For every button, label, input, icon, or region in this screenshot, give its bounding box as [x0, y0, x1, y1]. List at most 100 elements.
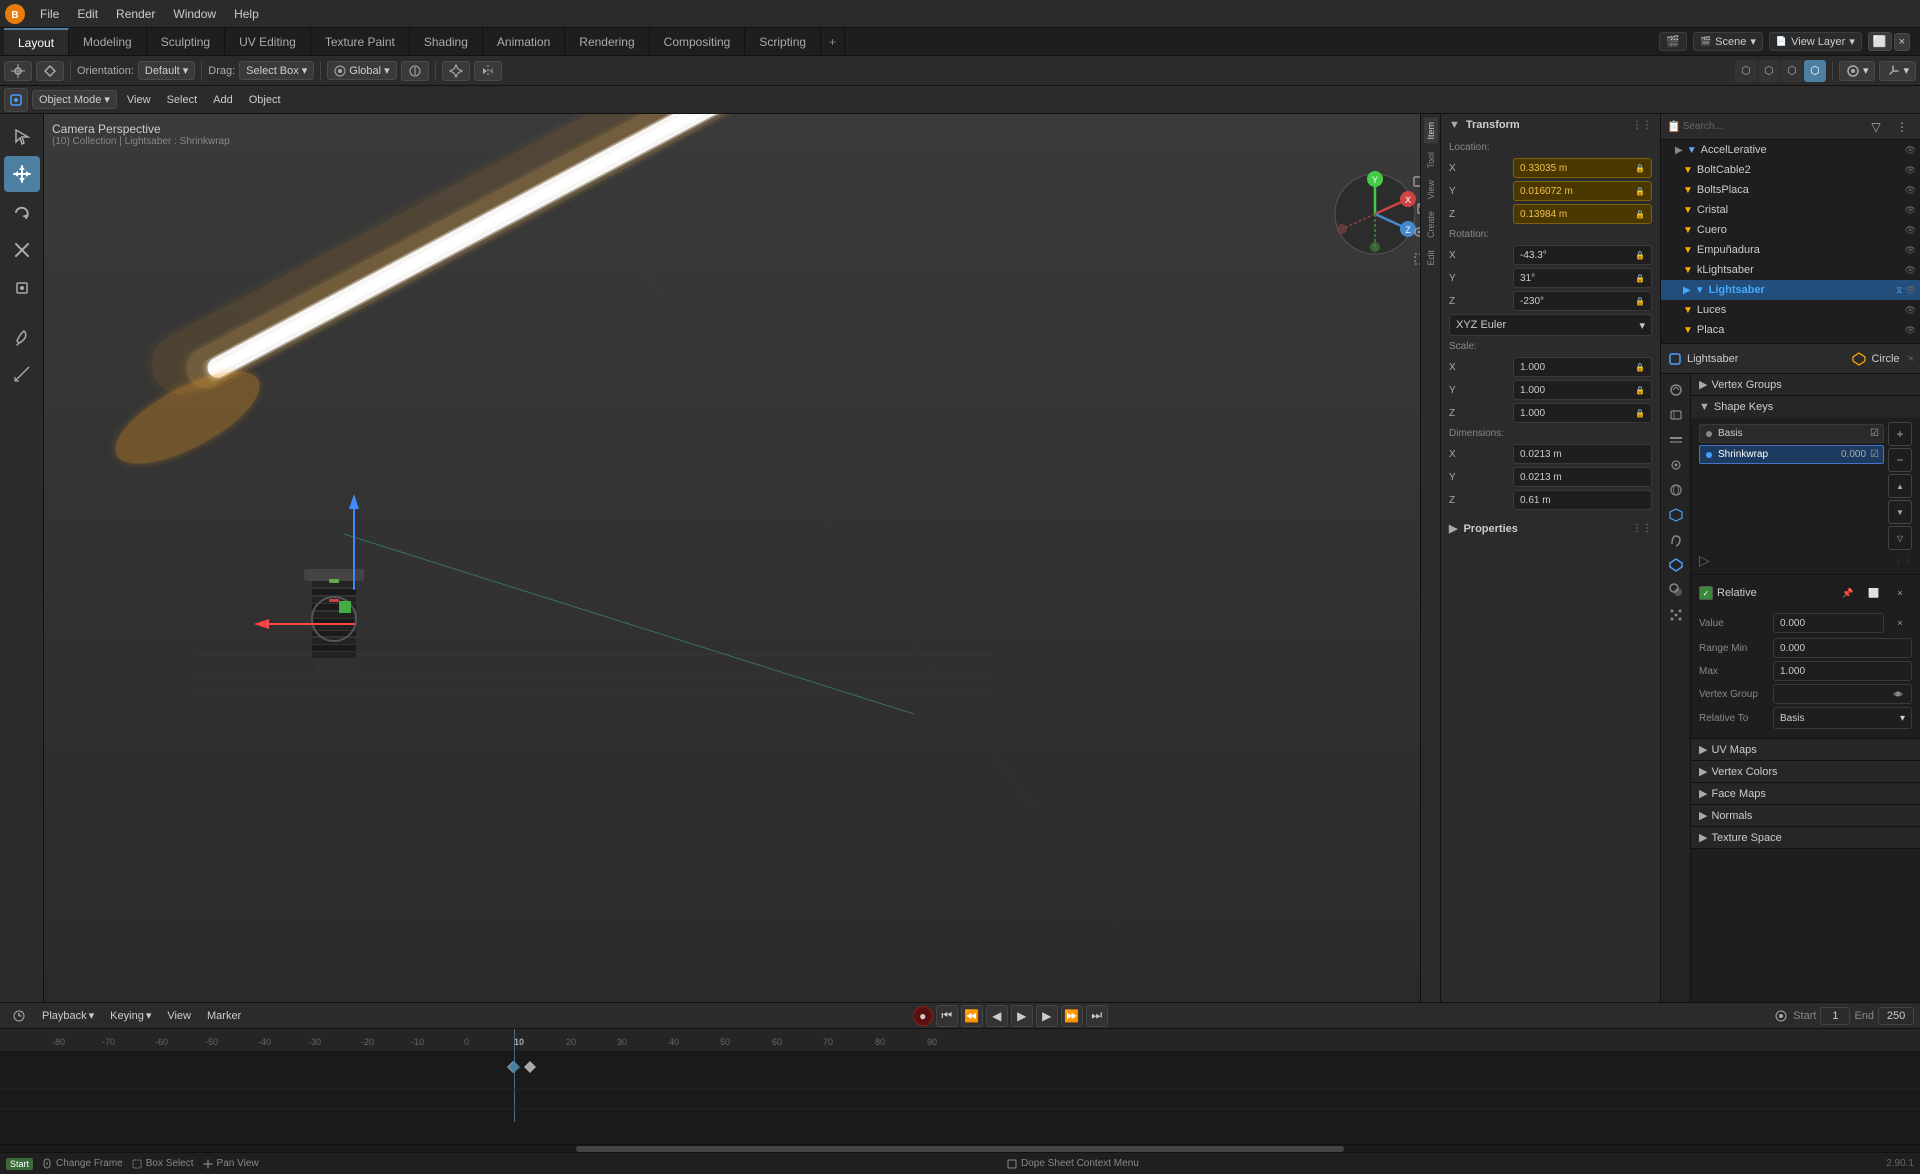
end-frame-field[interactable]: 250 [1878, 1007, 1914, 1025]
tab-view[interactable]: View [1424, 176, 1438, 203]
prop-material-icon[interactable] [1664, 578, 1688, 602]
tab-rendering[interactable]: Rendering [565, 28, 649, 55]
outliner-item-cristal[interactable]: ▼ Cristal 👁 [1661, 200, 1920, 220]
select-menu-btn[interactable]: Select [161, 92, 204, 108]
boltsplaca-visibility-icon[interactable]: 👁 [1905, 185, 1916, 196]
tab-edit[interactable]: Edit [1424, 246, 1438, 270]
shape-key-move-up-btn[interactable]: ▲ [1888, 474, 1912, 498]
rotation-mode-dropdown[interactable]: XYZ Euler ▾ [1449, 314, 1652, 336]
shape-key-move-down-btn[interactable]: ▼ [1888, 500, 1912, 524]
tab-modeling[interactable]: Modeling [69, 28, 147, 55]
annotate-tool[interactable] [4, 318, 40, 354]
dim-z-field[interactable]: 0.61 m [1513, 490, 1652, 510]
relative-checkbox[interactable]: ✓ [1699, 586, 1713, 600]
tab-shading[interactable]: Shading [410, 28, 483, 55]
gizmo-toggle-btn[interactable]: ▾ [1879, 61, 1916, 81]
timeline-content[interactable]: -80 -70 -60 -50 -40 -30 -20 -10 0 10 20 … [0, 1051, 1920, 1144]
shape-key-remove-btn[interactable]: − [1888, 448, 1912, 472]
dim-x-field[interactable]: 0.0213 m [1513, 444, 1652, 464]
outliner-item-accellerative[interactable]: ▶ ▼ AccelLerative 👁 [1661, 140, 1920, 160]
measure-tool[interactable] [4, 356, 40, 392]
menu-edit[interactable]: Edit [69, 5, 106, 23]
face-maps-section[interactable]: ▶ Face Maps [1691, 783, 1920, 805]
tab-uv-editing[interactable]: UV Editing [225, 28, 311, 55]
prop-output-icon[interactable] [1664, 403, 1688, 427]
scale-tool[interactable] [4, 232, 40, 268]
shape-key-shrinkwrap[interactable]: Shrinkwrap 0.000 ☑ [1699, 445, 1884, 464]
outliner-item-klightsaber[interactable]: ▼ kLightsaber 👁 [1661, 260, 1920, 280]
luces-visibility-icon[interactable]: 👁 [1905, 305, 1916, 316]
rendered-btn[interactable]: ⬡ [1804, 60, 1826, 82]
prop-object-icon[interactable] [1664, 503, 1688, 527]
orientation-selector[interactable]: Default ▾ [138, 61, 195, 80]
step-back-btn[interactable]: ◀ [986, 1005, 1008, 1027]
vertex-colors-section[interactable]: ▶ Vertex Colors [1691, 761, 1920, 783]
object-menu-btn[interactable]: Object [243, 92, 287, 108]
tab-texture-paint[interactable]: Texture Paint [311, 28, 410, 55]
timeline-marker-btn[interactable]: Marker [201, 1008, 247, 1024]
jump-end-btn[interactable]: ⏭ [1086, 1005, 1108, 1027]
outliner-item-lightsaber[interactable]: ▶ ▼ Lightsaber ⧖ 👁 [1661, 280, 1920, 300]
jump-next-keyframe-btn[interactable]: ⏩ [1061, 1005, 1083, 1027]
jump-start-btn[interactable]: ⏮ [936, 1005, 958, 1027]
relative-to-field[interactable]: Basis ▾ [1773, 707, 1912, 729]
menu-window[interactable]: Window [165, 5, 224, 23]
timeline-track-area[interactable]: 10 -80 -70 -60 -50 -40 -30 -20 -10 0 10 … [0, 1029, 1920, 1144]
window-full-btn[interactable]: ⬜ [1868, 32, 1892, 51]
tab-sculpting[interactable]: Sculpting [147, 28, 225, 55]
tab-create[interactable]: Create [1424, 207, 1438, 242]
outliner-item-luces[interactable]: ▼ Luces 👁 [1661, 300, 1920, 320]
tab-tool[interactable]: Tool [1424, 148, 1438, 173]
scale-x-field[interactable]: 1.000 🔒 [1513, 357, 1652, 377]
lightsaber-visibility-icon[interactable]: 👁 [1905, 285, 1916, 296]
scale-y-field[interactable]: 1.000 🔒 [1513, 380, 1652, 400]
relative-pin-btn[interactable]: 📌 [1836, 581, 1860, 605]
material-preview-btn[interactable]: ⬡ [1781, 60, 1803, 82]
outliner-item-cuero[interactable]: ▼ Cuero 👁 [1661, 220, 1920, 240]
timeline-scrollbar-thumb[interactable] [576, 1146, 1344, 1152]
tab-item[interactable]: Item [1424, 118, 1438, 144]
keying-menu-btn[interactable]: Keying ▾ [104, 1007, 157, 1024]
transform-panel-header[interactable]: ▼ Transform ⋮⋮ [1441, 114, 1660, 136]
uv-maps-section[interactable]: ▶ UV Maps [1691, 739, 1920, 761]
navigation-gizmo[interactable]: Y X Z [1330, 169, 1420, 259]
wireframe-btn[interactable]: ⬡ [1735, 60, 1757, 82]
texture-space-section[interactable]: ▶ Texture Space [1691, 827, 1920, 849]
location-z-field[interactable]: 0.13984 m 🔒 [1513, 204, 1652, 224]
prop-render-icon[interactable] [1664, 378, 1688, 402]
tab-scripting[interactable]: Scripting [745, 28, 821, 55]
outliner-options-btn[interactable]: ⋮ [1890, 115, 1914, 139]
outliner-item-empunadura[interactable]: ▼ Empuñadura 👁 [1661, 240, 1920, 260]
prop-viewlayer-icon[interactable] [1664, 428, 1688, 452]
shape-keys-header[interactable]: ▼ Shape Keys [1691, 396, 1920, 418]
accellerative-visibility-icon[interactable]: 👁 [1905, 145, 1916, 156]
prop-modifier-icon[interactable] [1664, 528, 1688, 552]
rotation-x-field[interactable]: -43.3° 🔒 [1513, 245, 1652, 265]
outliner-filter-btn[interactable]: ▽ [1864, 115, 1888, 139]
prop-scene-icon[interactable] [1664, 453, 1688, 477]
viewport-gizmo[interactable]: Y X Z [1330, 169, 1420, 259]
menu-help[interactable]: Help [226, 5, 267, 23]
cursor-tool[interactable] [4, 118, 40, 154]
relative-expand-btn[interactable]: ⬜ [1862, 581, 1886, 605]
start-frame-field[interactable]: 1 [1820, 1007, 1850, 1025]
add-menu-btn[interactable]: Add [207, 92, 239, 108]
timeline-scrollbar[interactable] [0, 1144, 1920, 1152]
outliner-item-boltsplaca[interactable]: ▼ BoltsPlaca 👁 [1661, 180, 1920, 200]
prop-particles-icon[interactable] [1664, 603, 1688, 627]
value-field[interactable]: 0.000 [1773, 613, 1884, 633]
vertex-groups-section[interactable]: ▶ Vertex Groups [1691, 374, 1920, 396]
tab-compositing[interactable]: Compositing [650, 28, 746, 55]
cuero-visibility-icon[interactable]: 👁 [1905, 225, 1916, 236]
relative-close-btn[interactable]: × [1888, 581, 1912, 605]
snap-btn[interactable] [36, 61, 64, 81]
tab-add[interactable]: + [821, 28, 845, 55]
rotation-y-field[interactable]: 31° 🔒 [1513, 268, 1652, 288]
drag-selector[interactable]: Select Box ▾ [239, 61, 314, 80]
object-mode-selector[interactable]: Object Mode ▾ [32, 90, 117, 109]
menu-file[interactable]: File [32, 5, 67, 23]
range-min-field[interactable]: 0.000 [1773, 638, 1912, 658]
max-field[interactable]: 1.000 [1773, 661, 1912, 681]
outliner-item-boltcable2[interactable]: ▼ BoltCable2 👁 [1661, 160, 1920, 180]
timeline-view-btn[interactable]: View [161, 1008, 197, 1024]
